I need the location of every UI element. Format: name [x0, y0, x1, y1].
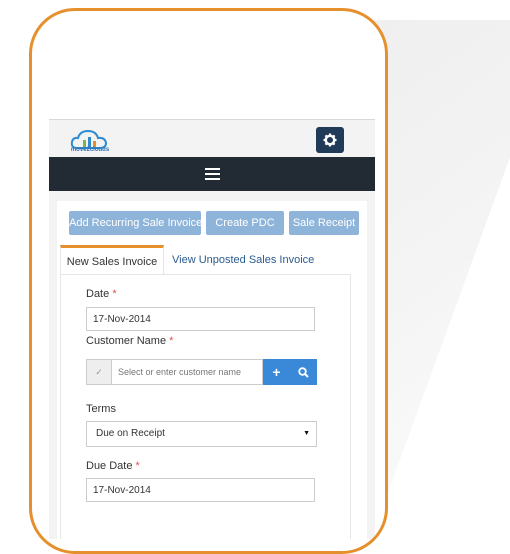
invoice-tabs: New Sales Invoice View Unposted Sales In…: [60, 245, 350, 276]
sales-invoice-content: Add Recurring Sale Invoice Create PDC Sa…: [57, 201, 367, 539]
invoice-form: Date * 17-Nov-2014 Customer Name * ✓ Sel…: [60, 274, 351, 539]
date-label: Date *: [86, 288, 117, 300]
required-marker: *: [135, 460, 140, 472]
settings-button[interactable]: [316, 127, 344, 153]
hamburger-icon[interactable]: [204, 165, 220, 183]
app-screen: move2clouds Add Recurring Sale Invoice C…: [49, 119, 375, 539]
phone-frame: move2clouds Add Recurring Sale Invoice C…: [29, 8, 388, 554]
add-customer-button[interactable]: +: [263, 359, 290, 385]
search-icon: [298, 366, 309, 378]
sale-receipt-button[interactable]: Sale Receipt: [289, 211, 359, 235]
customer-checkbox[interactable]: ✓: [86, 359, 112, 385]
date-field[interactable]: 17-Nov-2014: [86, 307, 315, 331]
tab-new-sales-invoice[interactable]: New Sales Invoice: [60, 245, 164, 276]
terms-select-value: Due on Receipt: [96, 428, 165, 439]
terms-label: Terms: [86, 403, 116, 415]
due-date-label: Due Date *: [86, 460, 140, 472]
customer-name-group: ✓ Select or enter customer name +: [86, 359, 317, 385]
dropdown-caret-icon: ▼: [303, 430, 310, 437]
customer-name-label: Customer Name *: [86, 335, 174, 347]
search-customer-button[interactable]: [290, 359, 317, 385]
top-bar: move2clouds: [49, 119, 375, 158]
required-marker: *: [112, 288, 117, 300]
create-pdc-button[interactable]: Create PDC: [206, 211, 284, 235]
terms-select[interactable]: Due on Receipt ▼: [86, 421, 317, 447]
plus-icon: +: [272, 364, 281, 380]
add-recurring-sale-invoice-button[interactable]: Add Recurring Sale Invoice: [69, 211, 202, 235]
tab-view-unposted-sales-invoice[interactable]: View Unposted Sales Invoice: [172, 248, 314, 272]
logo-text: move2clouds: [70, 147, 110, 153]
customer-name-input[interactable]: Select or enter customer name: [111, 359, 263, 385]
gear-icon: [323, 133, 337, 147]
required-marker: *: [169, 335, 174, 347]
main-navbar: [49, 157, 375, 191]
due-date-field[interactable]: 17-Nov-2014: [86, 478, 315, 502]
